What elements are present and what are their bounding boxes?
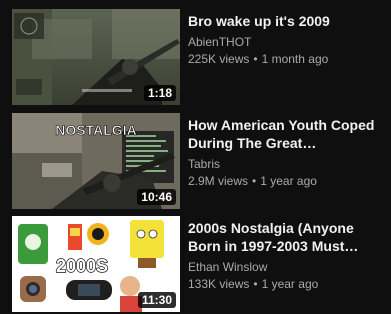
video-details: 2000s Nostalgia (Anyone Born in 1997-200…	[188, 216, 388, 292]
view-count: 225K views	[188, 52, 250, 66]
separator: •	[253, 52, 258, 66]
video-item[interactable]: 1:18 Bro wake up it's 2009 AbienTHOT 225…	[10, 9, 388, 105]
upload-age: 1 month ago	[261, 52, 329, 66]
upload-age: 1 year ago	[260, 174, 317, 188]
thumbnail-caption: 2000S	[56, 256, 108, 276]
video-details: Bro wake up it's 2009 AbienTHOT 225K vie…	[188, 9, 388, 67]
channel-name[interactable]: AbienTHOT	[188, 34, 388, 50]
video-item[interactable]: NOSTALGIA 10:46 How American Youth Coped…	[10, 113, 388, 209]
view-count: 133K views	[188, 277, 250, 291]
duration-badge: 11:30	[137, 292, 176, 308]
video-thumbnail[interactable]: NOSTALGIA 10:46	[12, 113, 180, 209]
video-title[interactable]: 2000s Nostalgia (Anyone Born in 1997-200…	[188, 219, 388, 255]
video-thumbnail[interactable]: 2000S 11:30	[12, 216, 180, 312]
separator: •	[252, 174, 257, 188]
view-count: 2.9M views	[188, 174, 249, 188]
thumbnail-caption: NOSTALGIA	[55, 122, 136, 138]
video-details: How American Youth Coped During The Grea…	[188, 113, 388, 189]
video-title[interactable]: How American Youth Coped During The Grea…	[188, 116, 388, 152]
upload-age: 1 year ago	[261, 277, 319, 291]
related-video-list: 1:18 Bro wake up it's 2009 AbienTHOT 225…	[0, 0, 391, 314]
channel-name[interactable]: Tabris	[188, 156, 388, 172]
video-stats: 133K views • 1 year ago	[188, 276, 388, 292]
separator: •	[253, 277, 258, 291]
video-item[interactable]: 2000S 11:30 2000s Nostalgia (Anyone Born…	[10, 216, 388, 312]
channel-name[interactable]: Ethan Winslow	[188, 259, 388, 275]
video-title[interactable]: Bro wake up it's 2009	[188, 12, 388, 30]
video-stats: 2.9M views • 1 year ago	[188, 173, 388, 189]
duration-badge: 1:18	[143, 85, 176, 101]
duration-badge: 10:46	[137, 189, 176, 205]
video-thumbnail[interactable]: 1:18	[12, 9, 180, 105]
video-stats: 225K views • 1 month ago	[188, 51, 388, 67]
